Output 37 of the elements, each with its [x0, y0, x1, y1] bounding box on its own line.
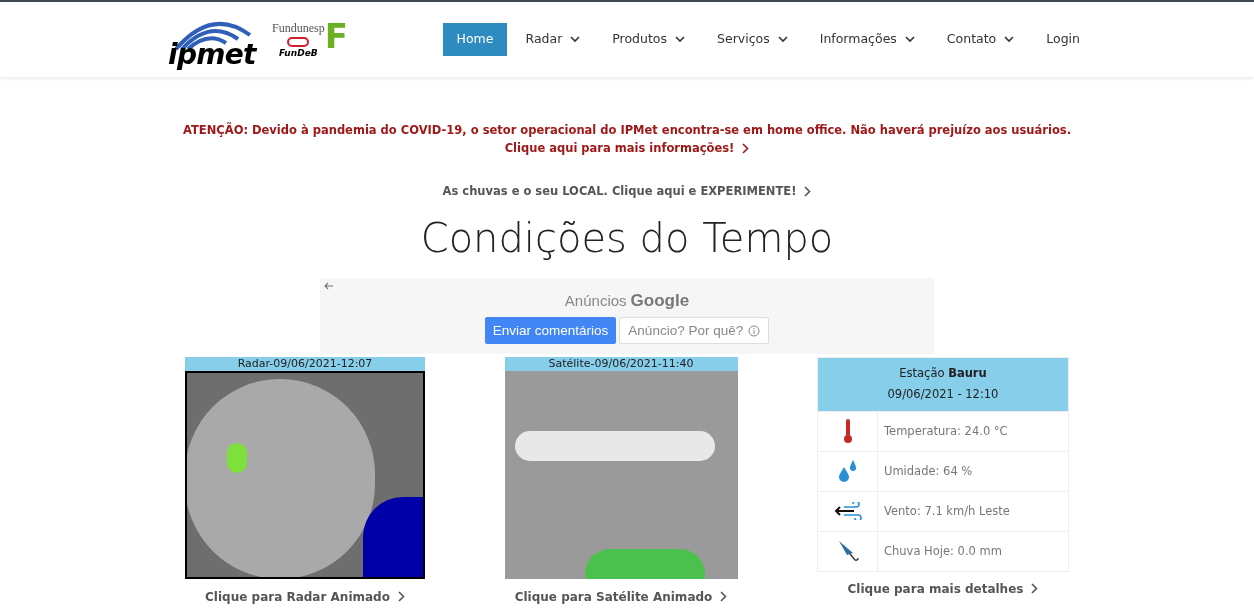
nav-item[interactable]: Produtos: [598, 23, 700, 56]
chevron-right-icon: [804, 185, 812, 197]
chevron-right-icon: [397, 591, 405, 603]
more-info-link[interactable]: Clique aqui para mais informações!: [504, 140, 750, 158]
ads-label: Anúncios: [564, 290, 627, 311]
info-icon: [748, 324, 761, 337]
why-ad-button[interactable]: Anúncio? Por quê?: [619, 317, 770, 345]
wind-arrow-icon: [833, 502, 862, 521]
nav-item[interactable]: Home: [442, 23, 508, 56]
thermometer-icon: [841, 418, 854, 445]
chevron-right-icon: [720, 591, 728, 603]
experiment-link[interactable]: As chuvas e o seu LOCAL. Clique aqui e EXPERIMENTE!: [442, 182, 812, 200]
animation-link[interactable]: Clique para Satélite Animado: [514, 587, 728, 606]
station-name: Estação Bauru: [899, 365, 987, 382]
page-title: Condições do Tempo: [420, 213, 834, 263]
chevron-right-icon: [1031, 583, 1039, 595]
station-datetime: 09/06/2021 - 12:10: [887, 386, 999, 404]
google-wordmark: Google: [630, 289, 690, 312]
nav-item[interactable]: Contato: [932, 23, 1029, 56]
station-reading: Chuva Hoje: 0.0 mm: [883, 542, 1002, 560]
details-link[interactable]: Clique para mais detalhes: [847, 579, 1039, 598]
station-reading: Vento: 7.1 km/h Leste: [883, 502, 1010, 520]
nav-item[interactable]: Login: [1032, 23, 1094, 56]
station-reading: Temperatura: 24.0 °C: [883, 422, 1008, 440]
water-drops-icon: [837, 459, 858, 484]
station-reading: Umidade: 64 %: [883, 462, 973, 480]
image-caption: Radar-09/06/2021-12:07: [185, 356, 425, 371]
nav-item[interactable]: Radar: [511, 23, 595, 56]
back-arrow-icon[interactable]: [324, 281, 334, 290]
covid-notice: ATENÇÃO: Devido à pandemia do COVID-19, o setor operacional do IPMet encontra-se em home office. Não haverá prejuízo aos usuários.: [182, 122, 1072, 139]
animation-link[interactable]: Clique para Radar Animado: [205, 587, 405, 606]
umbrella-icon: [836, 539, 859, 564]
nav-item[interactable]: Informações: [805, 23, 929, 56]
image-caption: Satélite-09/06/2021-11:40: [504, 356, 738, 371]
chevron-right-icon: [742, 143, 750, 155]
feedback-button[interactable]: Enviar comentários: [484, 317, 617, 345]
nav-item[interactable]: Serviços: [703, 23, 802, 56]
